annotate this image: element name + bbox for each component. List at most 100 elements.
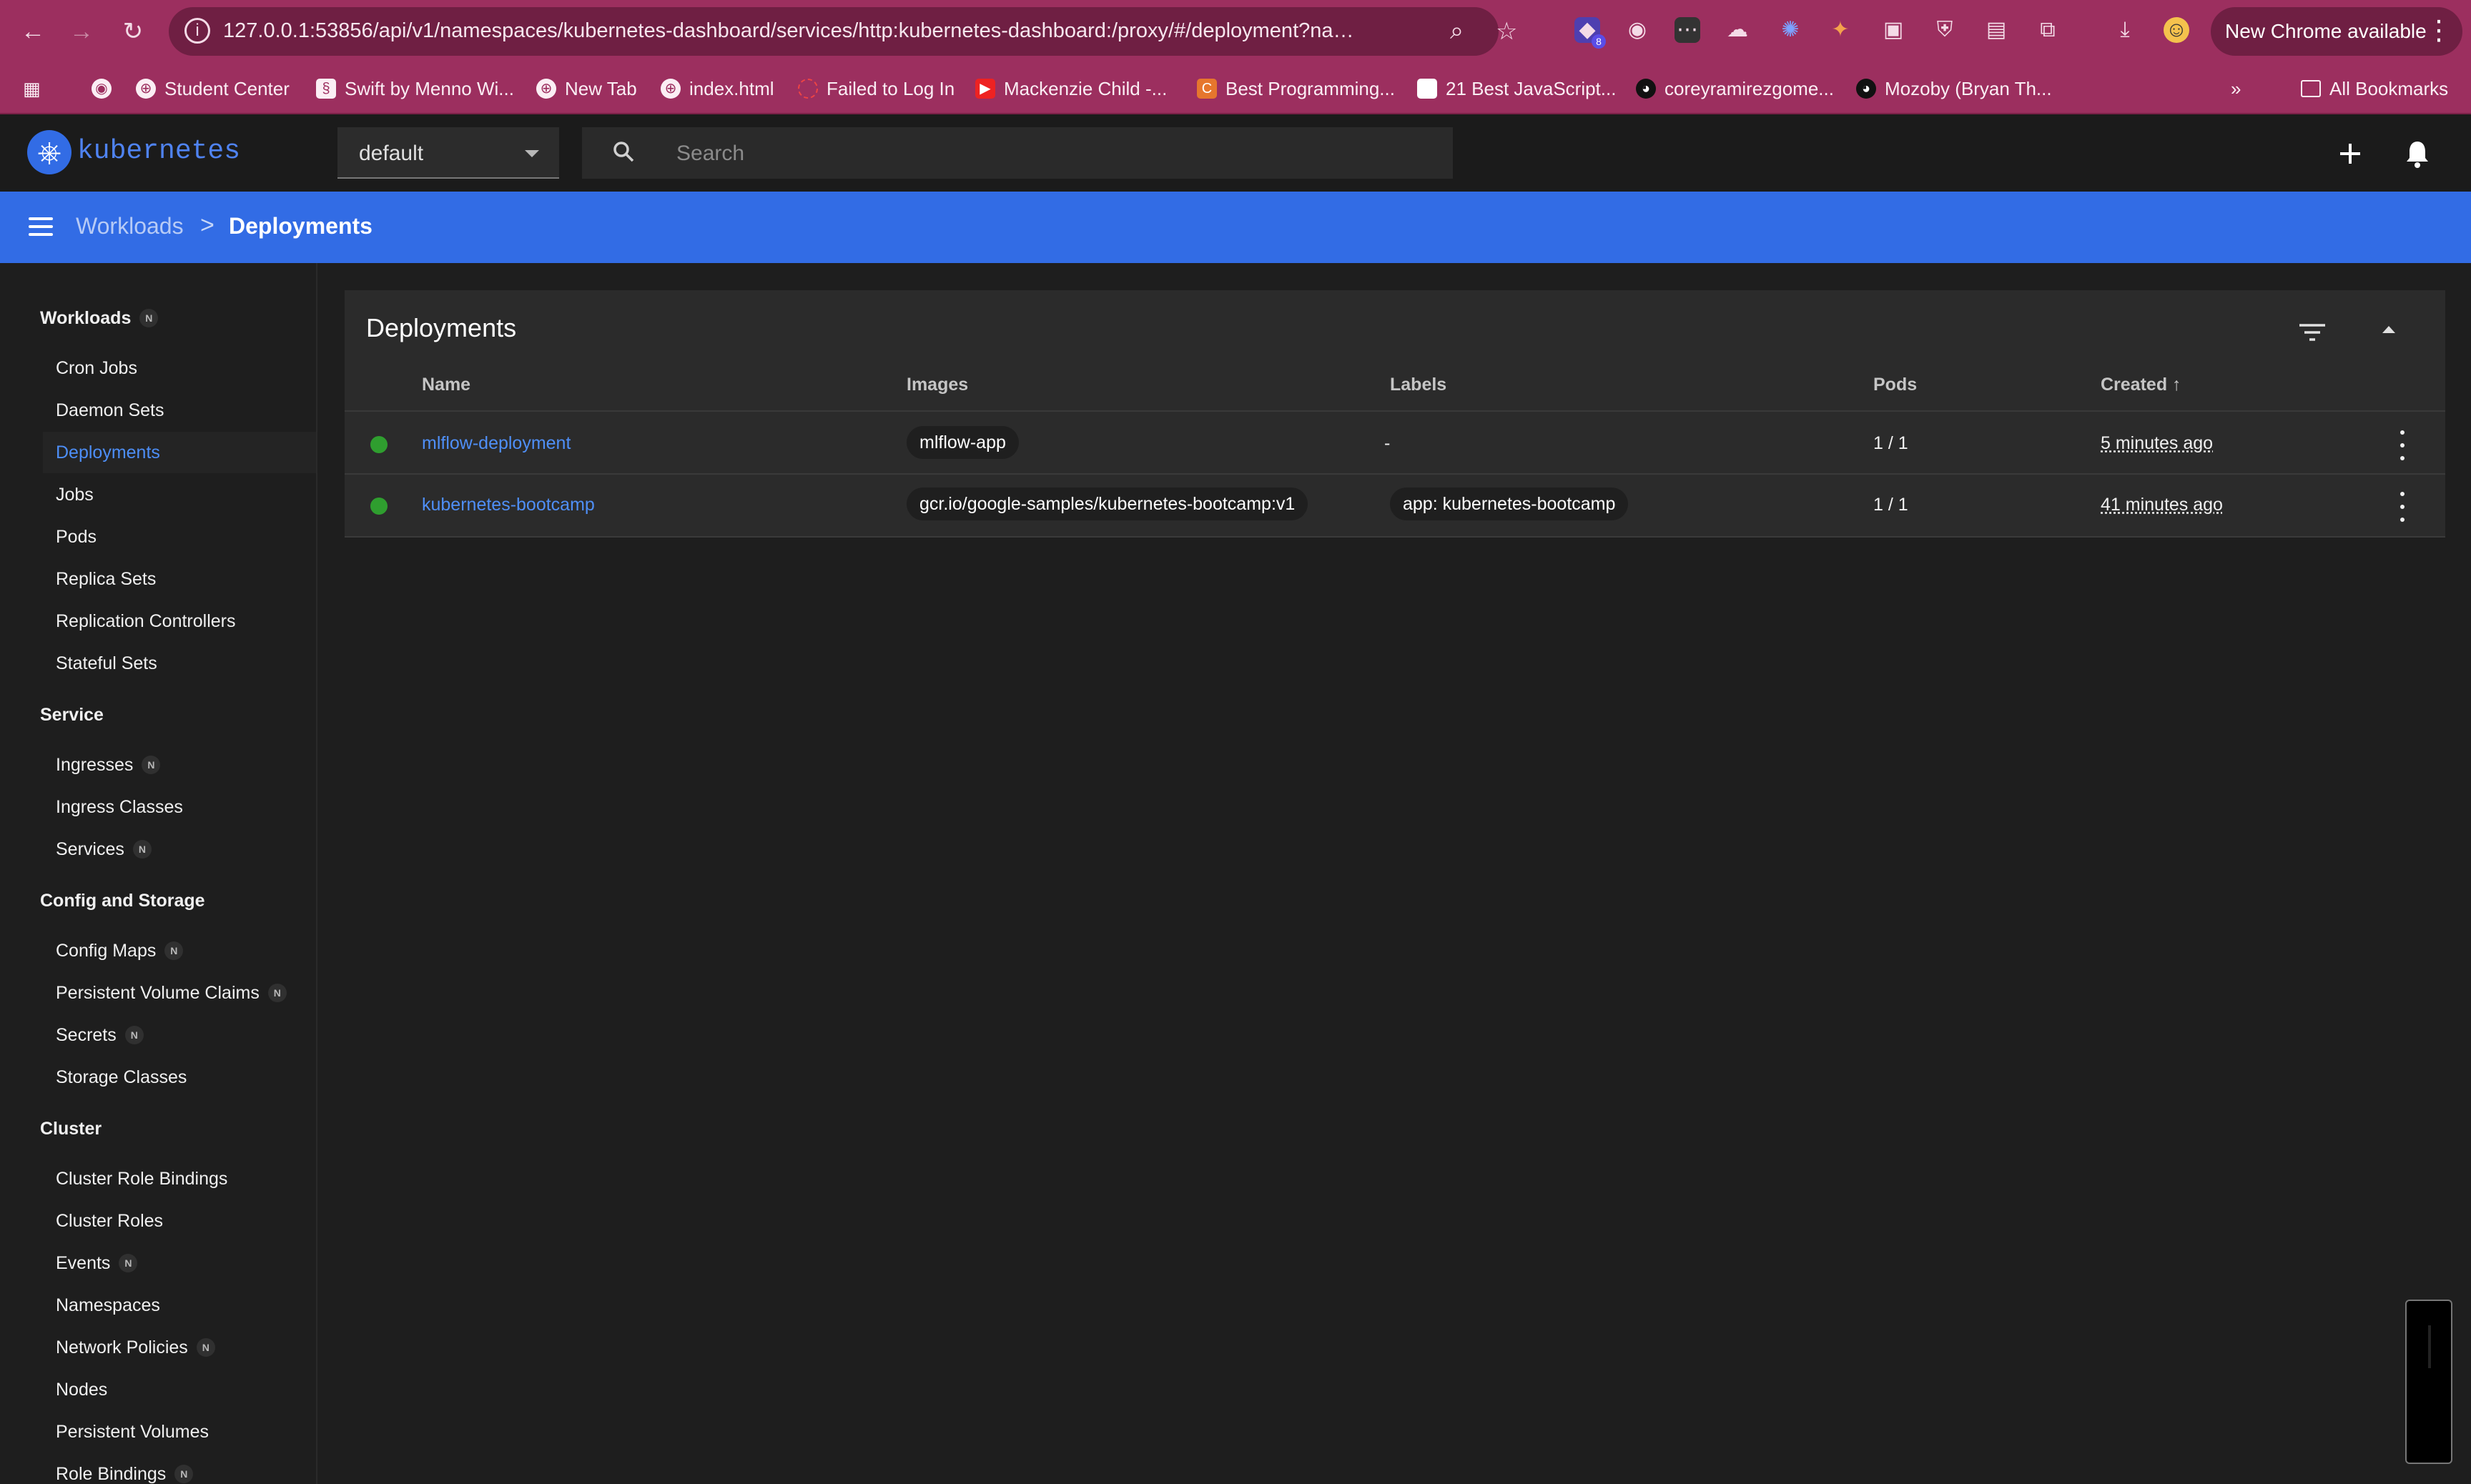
site-info-icon[interactable]: i [184, 18, 210, 44]
sidebar-item-nodes[interactable]: Nodes [56, 1369, 107, 1410]
sidebar-item-cluster-roles[interactable]: Cluster Roles [56, 1200, 163, 1242]
extension-icon[interactable]: ◆ 8 [1574, 17, 1606, 49]
forward-button[interactable]: → [66, 16, 97, 47]
sidebar-item-ingresses[interactable]: Ingresses N [56, 744, 161, 786]
extension-icon[interactable]: ▤ [1983, 17, 2009, 43]
sidebar-item-services[interactable]: Services N [56, 828, 152, 870]
sidebar-item-cluster-role-bindings[interactable]: Cluster Role Bindings [56, 1158, 227, 1199]
bookmark-item[interactable]: 21 Best JavaScript... [1417, 74, 1616, 103]
app-title[interactable]: kubernetes [77, 136, 240, 167]
bookmark-item[interactable]: § Swift by Menno Wi... [316, 74, 514, 103]
sidebar-item-replication-controllers[interactable]: Replication Controllers [56, 600, 236, 642]
bookmark-item[interactable]: ⊕ index.html [661, 74, 774, 103]
bookmark-item[interactable]: C Best Programming... [1197, 74, 1395, 103]
filter-icon[interactable] [2297, 320, 2328, 345]
column-header-created[interactable]: Created ↑ [2101, 375, 2181, 395]
download-icon[interactable]: ⤓ [2112, 17, 2138, 43]
namespace-selector[interactable]: default [337, 127, 559, 179]
sidebar-section-config-storage[interactable]: Config and Storage [40, 880, 205, 921]
bookmark-item[interactable]: ⊕ Student Center [136, 74, 290, 103]
profile-avatar[interactable]: ☺ [2164, 17, 2189, 43]
deployment-name-link[interactable]: kubernetes-bootcamp [422, 495, 595, 515]
floating-scroll-widget[interactable] [2405, 1300, 2452, 1464]
extension-icon[interactable]: ▣ [1880, 17, 1906, 43]
bookmark-globe-icon[interactable]: ◉ [92, 74, 120, 103]
sidebar-item-replica-sets[interactable]: Replica Sets [56, 558, 156, 600]
notifications-bell-icon[interactable] [2398, 134, 2437, 173]
sidebar-item-namespaces[interactable]: Namespaces [56, 1285, 160, 1326]
extension-icon[interactable]: ◉ [1624, 17, 1650, 43]
bookmark-item[interactable]: ⊕ New Tab [536, 74, 637, 103]
bookmark-item[interactable]: ◕ coreyramirezgome... [1636, 74, 1834, 103]
blank-page-icon [1417, 79, 1437, 99]
namespaced-badge: N [142, 756, 161, 774]
namespaced-badge: N [267, 984, 287, 1002]
breadcrumb-workloads-link[interactable]: Workloads [76, 213, 184, 239]
bookmark-item[interactable]: Failed to Log In [798, 74, 955, 103]
search-input[interactable] [675, 136, 1421, 172]
swift-icon: § [316, 79, 336, 99]
globe-icon: ⊕ [661, 79, 681, 99]
bookmark-item[interactable]: ◕ Mozoby (Bryan Th... [1856, 74, 2052, 103]
labels-cell: - [1384, 433, 1391, 453]
kubernetes-logo-icon[interactable]: ⎈ [27, 130, 71, 174]
extension-icon[interactable]: ✦ [1828, 17, 1853, 43]
sidebar-item-deployments[interactable]: Deployments [43, 432, 316, 473]
sidebar-item-network-policies[interactable]: Network Policies N [56, 1327, 215, 1368]
c-logo-icon: C [1197, 79, 1217, 99]
sidebar-item-daemon-sets[interactable]: Daemon Sets [56, 390, 164, 431]
more-bookmarks-icon[interactable]: » [2231, 74, 2241, 103]
pods-cell: 1 / 1 [1873, 433, 1908, 453]
globe-icon: ⊕ [136, 79, 156, 99]
namespaced-badge: N [164, 941, 184, 960]
sidebar-section-workloads[interactable]: Workloads N [40, 297, 159, 339]
sort-ascending-icon: ↑ [2172, 375, 2181, 395]
bookmark-item[interactable]: ▶ Mackenzie Child -... [975, 74, 1167, 103]
sidebar-item-persistent-volumes[interactable]: Persistent Volumes [56, 1411, 209, 1453]
namespaced-badge: N [124, 1026, 144, 1044]
sidebar-item-cron-jobs[interactable]: Cron Jobs [56, 347, 137, 389]
reload-button[interactable]: ↻ [117, 16, 149, 47]
url-text: 127.0.0.1:53856/api/v1/namespaces/kubern… [223, 19, 1367, 42]
image-chip: gcr.io/google-samples/kubernetes-bootcam… [907, 488, 1308, 520]
sidebar-item-stateful-sets[interactable]: Stateful Sets [56, 643, 157, 684]
sidebar-item-role-bindings[interactable]: Role Bindings N [56, 1453, 194, 1484]
sidebar-item-storage-classes[interactable]: Storage Classes [56, 1057, 187, 1098]
menu-icon[interactable] [29, 217, 53, 236]
extension-icon[interactable]: ✺ [1777, 17, 1803, 43]
collapse-arrow-icon[interactable] [2382, 326, 2395, 333]
namespaced-badge: N [196, 1338, 215, 1357]
sidebar-item-secrets[interactable]: Secrets N [56, 1014, 144, 1056]
namespaced-badge: N [132, 840, 152, 859]
address-bar[interactable]: i 127.0.0.1:53856/api/v1/namespaces/kube… [169, 7, 1517, 56]
new-chrome-button[interactable]: New Chrome available ⋮ [2211, 7, 2462, 56]
extension-icon[interactable]: ⋯ [1675, 17, 1700, 43]
sidebar-section-service[interactable]: Service [40, 694, 104, 736]
breadcrumb-current: Deployments [229, 213, 373, 239]
extension-icon[interactable]: ☁ [1725, 17, 1750, 43]
extension-icon[interactable]: ⛨ [1932, 17, 1958, 43]
sidebar-item-pods[interactable]: Pods [56, 516, 97, 558]
extensions-puzzle-icon[interactable]: ⧉ [2035, 17, 2061, 43]
chrome-menu-icon[interactable]: ⋮ [2425, 14, 2452, 46]
sidebar-item-ingress-classes[interactable]: Ingress Classes [56, 786, 183, 828]
column-header-name[interactable]: Name [422, 375, 470, 395]
new-chrome-label: New Chrome available [2225, 20, 2427, 42]
sidebar-item-persistent-volume-claims[interactable]: Persistent Volume Claims N [56, 972, 287, 1014]
all-bookmarks[interactable]: All Bookmarks [2301, 74, 2448, 103]
deployment-name-link[interactable]: mlflow-deployment [422, 433, 571, 454]
zoom-icon[interactable]: ⌕ [1450, 17, 1464, 45]
sidebar-item-events[interactable]: Events N [56, 1242, 138, 1284]
back-button[interactable]: ← [17, 16, 49, 47]
namespace-value: default [359, 142, 424, 165]
sidebar-item-config-maps[interactable]: Config Maps N [56, 930, 184, 971]
github-icon: ◕ [1636, 79, 1656, 99]
create-plus-icon[interactable] [2331, 134, 2369, 173]
apps-grid-icon[interactable]: ▦ [23, 74, 41, 103]
row-actions-menu-icon[interactable] [2398, 430, 2407, 460]
sidebar-section-cluster[interactable]: Cluster [40, 1108, 102, 1149]
bookmark-star-icon[interactable]: ☆ [1496, 17, 1517, 46]
row-actions-menu-icon[interactable] [2398, 492, 2407, 522]
breadcrumb: Workloads > Deployments [0, 192, 2471, 263]
sidebar-item-jobs[interactable]: Jobs [56, 474, 94, 515]
